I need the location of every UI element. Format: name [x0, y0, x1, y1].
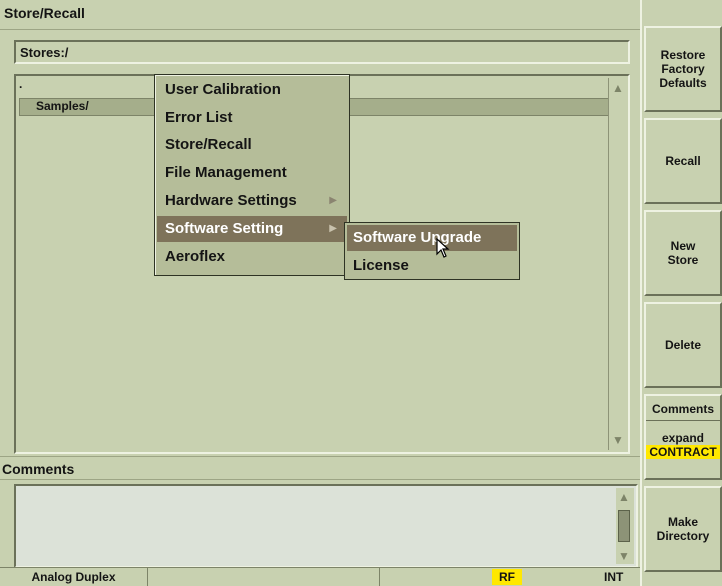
parent-dir-entry[interactable]: .	[19, 77, 22, 91]
ref-indicator: INT	[604, 570, 624, 584]
submenu-arrow-icon: ▶	[329, 195, 337, 206]
window-title: Store/Recall	[4, 5, 85, 21]
status-mode-label: Analog Duplex	[31, 570, 116, 584]
make-directory-button[interactable]: Make Directory	[644, 486, 722, 572]
menu-item-store-recall[interactable]: Store/Recall	[157, 132, 347, 158]
delete-button[interactable]: Delete	[644, 302, 722, 388]
path-field[interactable]: Stores:/	[14, 40, 630, 64]
softkey-label: Store	[667, 253, 699, 267]
softkey-label: Comments	[646, 402, 720, 421]
softkey-label: New	[670, 239, 696, 253]
comments-title: Comments	[2, 461, 75, 477]
menu-item-software-setting[interactable]: Software Setting ▶	[157, 216, 347, 242]
submenu-item-license[interactable]: License	[347, 253, 517, 279]
recall-button[interactable]: Recall	[644, 118, 722, 204]
status-cell-empty	[148, 568, 380, 586]
scroll-thumb[interactable]	[618, 510, 630, 542]
software-submenu: Software Upgrade License	[344, 222, 520, 280]
file-list-scrollbar[interactable]: ▲ ▼	[608, 78, 626, 450]
submenu-item-software-upgrade[interactable]: Software Upgrade	[347, 225, 517, 251]
new-store-button[interactable]: New Store	[644, 210, 722, 296]
softkey-label: Recall	[665, 154, 701, 168]
comments-scrollbar[interactable]: ▲ ▼	[616, 488, 634, 564]
main-menu: User Calibration Error List Store/Recall…	[154, 74, 350, 276]
softkey-label: Delete	[664, 338, 702, 352]
mouse-cursor-icon	[436, 238, 450, 258]
contract-option: CONTRACT	[646, 445, 720, 459]
softkey-label: Defaults	[659, 76, 707, 90]
menu-item-user-calibration[interactable]: User Calibration	[157, 77, 347, 103]
comments-field[interactable]: ▲ ▼	[14, 484, 638, 568]
softkey-label: Make	[667, 515, 699, 529]
scroll-up-icon[interactable]: ▲	[616, 489, 632, 505]
list-item-label: Samples/	[36, 99, 89, 113]
softkey-label: Factory	[661, 62, 705, 76]
comments-toggle-button[interactable]: Comments expand CONTRACT	[644, 394, 722, 480]
menu-item-label: Hardware Settings	[165, 192, 297, 209]
submenu-arrow-icon: ▶	[329, 223, 337, 234]
softkey-label: Directory	[656, 529, 710, 543]
menu-item-file-management[interactable]: File Management	[157, 160, 347, 186]
rf-indicator: RF	[492, 569, 522, 585]
menu-item-aeroflex[interactable]: Aeroflex	[157, 244, 347, 270]
softkey-panel: Restore Factory Defaults Recall New Stor…	[640, 0, 722, 586]
status-bar: Analog Duplex RF INT	[0, 567, 640, 586]
menu-item-error-list[interactable]: Error List	[157, 105, 347, 131]
menu-item-hardware-settings[interactable]: Hardware Settings ▶	[157, 188, 347, 214]
title-bar: Store/Recall	[0, 0, 640, 30]
softkey-label: Restore	[660, 48, 706, 62]
scroll-up-icon[interactable]: ▲	[610, 80, 626, 96]
scroll-down-icon[interactable]: ▼	[610, 432, 626, 448]
menu-item-label: Software Setting	[165, 220, 284, 237]
expand-option: expand	[661, 431, 704, 445]
status-mode: Analog Duplex	[0, 568, 148, 586]
comments-header: Comments	[0, 456, 640, 480]
scroll-down-icon[interactable]: ▼	[616, 548, 632, 564]
restore-defaults-button[interactable]: Restore Factory Defaults	[644, 26, 722, 112]
